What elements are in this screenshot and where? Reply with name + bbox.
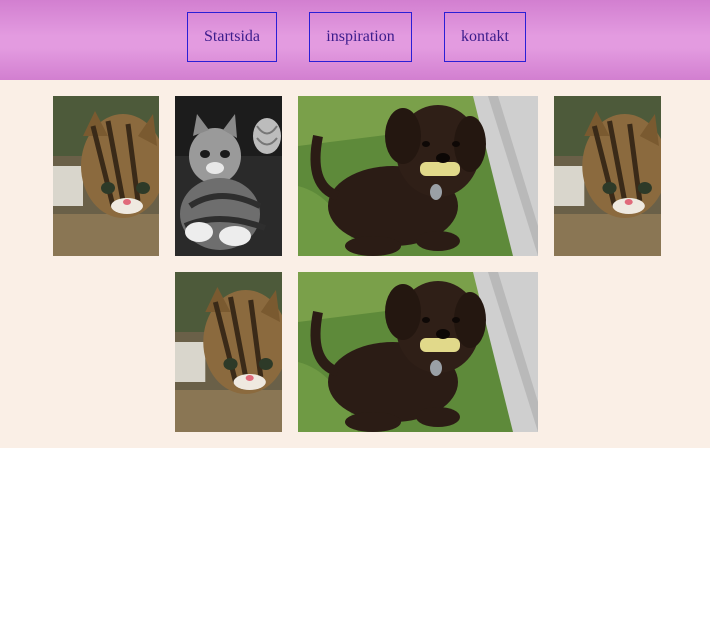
kitten-color-image[interactable] <box>175 272 282 432</box>
dog-image[interactable] <box>298 96 538 256</box>
kitten-bw-image[interactable] <box>175 96 282 256</box>
nav-link-startsida[interactable]: Startsida <box>187 12 277 62</box>
header-bar: Startsida inspiration kontakt <box>0 0 710 80</box>
kitten-color-image[interactable] <box>554 96 661 256</box>
dog-image[interactable] <box>298 272 538 432</box>
nav-link-kontakt[interactable]: kontakt <box>444 12 526 62</box>
kitten-color-image[interactable] <box>53 96 159 256</box>
image-gallery <box>0 80 710 448</box>
nav-link-inspiration[interactable]: inspiration <box>309 12 412 62</box>
